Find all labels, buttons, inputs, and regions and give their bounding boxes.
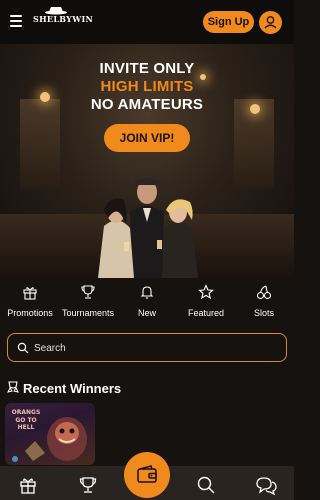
join-vip-button[interactable]: JOIN VIP! bbox=[104, 124, 190, 152]
bell-icon bbox=[140, 286, 154, 299]
chat-icon[interactable] bbox=[254, 475, 278, 495]
game-artwork bbox=[12, 417, 87, 462]
hero-headline-2: HIGH LIMITS bbox=[100, 78, 194, 95]
account-button[interactable] bbox=[259, 11, 282, 34]
category-label: Tournaments bbox=[61, 308, 115, 318]
category-label: New bbox=[137, 308, 156, 318]
category-tournaments[interactable]: Tournaments bbox=[58, 284, 118, 318]
category-featured[interactable]: Featured bbox=[176, 284, 236, 318]
search-bar[interactable] bbox=[7, 333, 287, 362]
search-icon bbox=[17, 342, 29, 354]
category-promotions[interactable]: Promotions bbox=[0, 284, 60, 318]
winners-icon bbox=[7, 381, 19, 393]
category-label: Slots bbox=[253, 308, 274, 318]
user-icon bbox=[264, 16, 277, 29]
vip-hero-banner[interactable]: INVITE ONLY HIGH LIMITS NO AMATEURS JOIN… bbox=[0, 44, 294, 278]
gift-icon[interactable] bbox=[18, 475, 38, 495]
sign-up-button[interactable]: Sign Up bbox=[203, 11, 254, 33]
hero-headline-3: NO AMATEURS bbox=[90, 96, 204, 113]
hamburger-menu-icon[interactable] bbox=[10, 15, 22, 27]
search-icon[interactable] bbox=[196, 475, 216, 495]
trophy-icon bbox=[81, 285, 95, 299]
logo-text: SHELBYWIN bbox=[33, 14, 94, 24]
hero-headline-1: INVITE ONLY bbox=[99, 60, 195, 77]
top-header: SHELBYWIN Sign Up bbox=[0, 0, 294, 44]
wallet-button[interactable] bbox=[124, 452, 170, 498]
game-card[interactable]: ORANGS GO TO HELL bbox=[5, 403, 95, 465]
category-label: Promotions bbox=[7, 308, 53, 318]
search-input[interactable] bbox=[34, 340, 274, 356]
category-slots[interactable]: Slots bbox=[234, 284, 294, 318]
hero-characters-image bbox=[98, 178, 198, 278]
wallet-icon bbox=[137, 465, 157, 483]
trophy-icon[interactable] bbox=[78, 475, 98, 495]
category-nav: Promotions Tournaments New Featured Slot… bbox=[0, 284, 294, 326]
recent-winners-title: Recent Winners bbox=[23, 381, 122, 396]
cherries-icon bbox=[256, 285, 272, 300]
gift-icon bbox=[23, 287, 37, 300]
category-label: Featured bbox=[187, 308, 225, 318]
star-icon bbox=[198, 284, 214, 300]
category-new[interactable]: New bbox=[117, 284, 177, 318]
